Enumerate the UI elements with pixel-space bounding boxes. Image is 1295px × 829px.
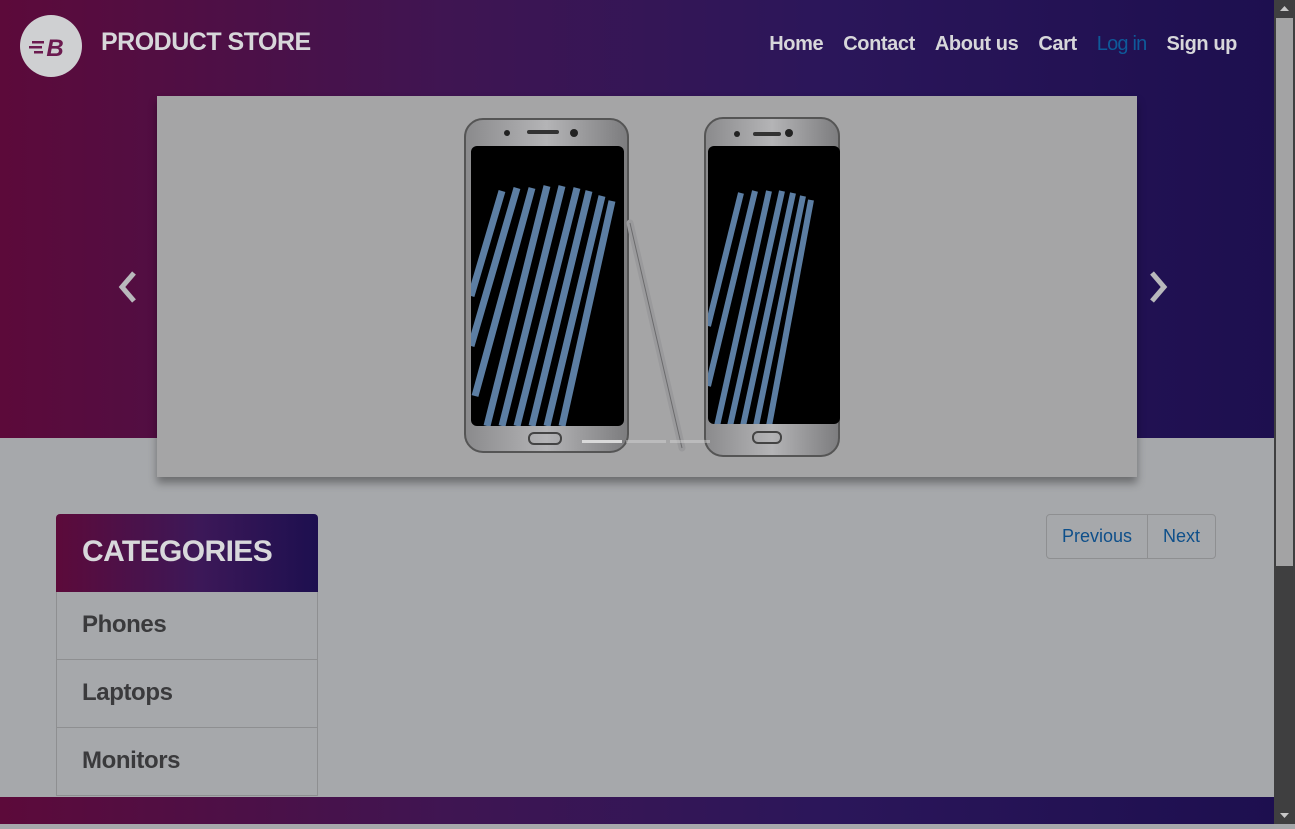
vertical-scrollbar[interactable] [1274, 0, 1295, 824]
category-monitors[interactable]: Monitors [56, 728, 318, 796]
carousel-prev-icon[interactable] [116, 270, 144, 304]
nav-log-in[interactable]: Log in [1097, 33, 1147, 56]
carousel-indicator-2[interactable] [626, 440, 666, 443]
nav-home[interactable]: Home [769, 33, 823, 56]
scroll-down-icon[interactable] [1274, 807, 1295, 824]
brand-logo-icon[interactable]: B [20, 15, 82, 77]
nav-sign-up[interactable]: Sign up [1166, 33, 1237, 56]
nav-about-us[interactable]: About us [935, 33, 1019, 56]
nav-cart[interactable]: Cart [1038, 33, 1077, 56]
footer-banner [0, 797, 1274, 824]
previous-button[interactable]: Previous [1047, 515, 1147, 558]
carousel-next-icon[interactable] [1144, 270, 1172, 304]
svg-text:B: B [46, 35, 63, 62]
main-nav: Home Contact About us Cart Log in Sign u… [769, 33, 1237, 56]
scroll-up-icon[interactable] [1274, 0, 1295, 17]
category-laptops[interactable]: Laptops [56, 660, 318, 728]
nav-contact[interactable]: Contact [843, 33, 915, 56]
next-button[interactable]: Next [1147, 515, 1215, 558]
page: B PRODUCT STORE Home Contact About us Ca… [0, 0, 1274, 824]
categories-title: CATEGORIES [56, 514, 318, 592]
brand-name[interactable]: PRODUCT STORE [101, 28, 311, 57]
product-carousel[interactable] [157, 96, 1137, 477]
carousel-indicator-3[interactable] [670, 440, 710, 443]
samsung-galaxy-note7-icon [464, 117, 840, 457]
scrollbar-thumb[interactable] [1276, 18, 1293, 566]
categories-panel: CATEGORIES Phones Laptops Monitors [56, 514, 318, 796]
pagination: Previous Next [1046, 514, 1217, 559]
carousel-indicators [582, 440, 710, 443]
category-phones[interactable]: Phones [56, 592, 318, 660]
carousel-indicator-1[interactable] [582, 440, 622, 443]
